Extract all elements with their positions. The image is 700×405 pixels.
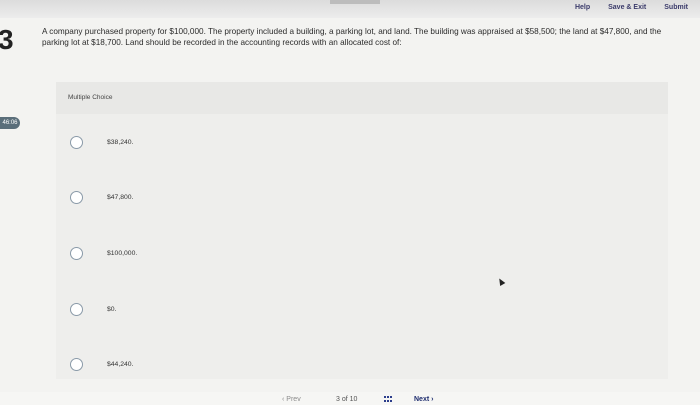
- radio-button[interactable]: [70, 303, 83, 316]
- save-exit-button[interactable]: Save & Exit: [608, 4, 646, 11]
- next-button[interactable]: Next ›: [414, 396, 433, 403]
- choice-label: $100,000.: [107, 250, 138, 257]
- pager-total: 10: [349, 396, 358, 403]
- radio-button[interactable]: [70, 247, 83, 260]
- page-indicator: 3 of 10: [336, 396, 357, 403]
- pager-current: 3: [336, 396, 340, 403]
- next-label: Next: [414, 396, 430, 403]
- pager-of: of: [341, 396, 348, 403]
- radio-button[interactable]: [70, 358, 83, 371]
- choice-option-1[interactable]: $38,240.: [70, 136, 133, 149]
- question-text: A company purchased property for $100,00…: [42, 27, 662, 47]
- prev-button[interactable]: ‹ Prev: [282, 396, 301, 403]
- question-grid-icon[interactable]: [384, 396, 394, 403]
- choice-option-5[interactable]: $44,240.: [70, 358, 133, 371]
- submit-button[interactable]: Submit: [664, 4, 688, 11]
- timer-badge: 46:06: [0, 117, 20, 129]
- header-actions: Help Save & Exit Submit: [575, 4, 688, 11]
- prev-label: Prev: [286, 396, 301, 403]
- choice-label: $38,240.: [107, 139, 134, 146]
- choice-label: $0.: [107, 306, 117, 313]
- choice-label: $47,800.: [107, 194, 134, 201]
- multiple-choice-header: [56, 82, 668, 114]
- choice-option-2[interactable]: $47,800.: [70, 191, 133, 204]
- multiple-choice-panel: [56, 82, 668, 379]
- radio-button[interactable]: [70, 136, 83, 149]
- multiple-choice-title: Multiple Choice: [68, 94, 113, 101]
- top-tab: [330, 0, 380, 4]
- radio-button[interactable]: [70, 191, 83, 204]
- choice-label: $44,240.: [107, 361, 134, 368]
- chevron-left-icon: ‹: [282, 396, 285, 403]
- question-number: 3: [0, 24, 14, 55]
- choice-option-3[interactable]: $100,000.: [70, 247, 137, 260]
- help-button[interactable]: Help: [575, 4, 590, 11]
- choice-option-4[interactable]: $0.: [70, 303, 116, 316]
- chevron-right-icon: ›: [431, 396, 434, 403]
